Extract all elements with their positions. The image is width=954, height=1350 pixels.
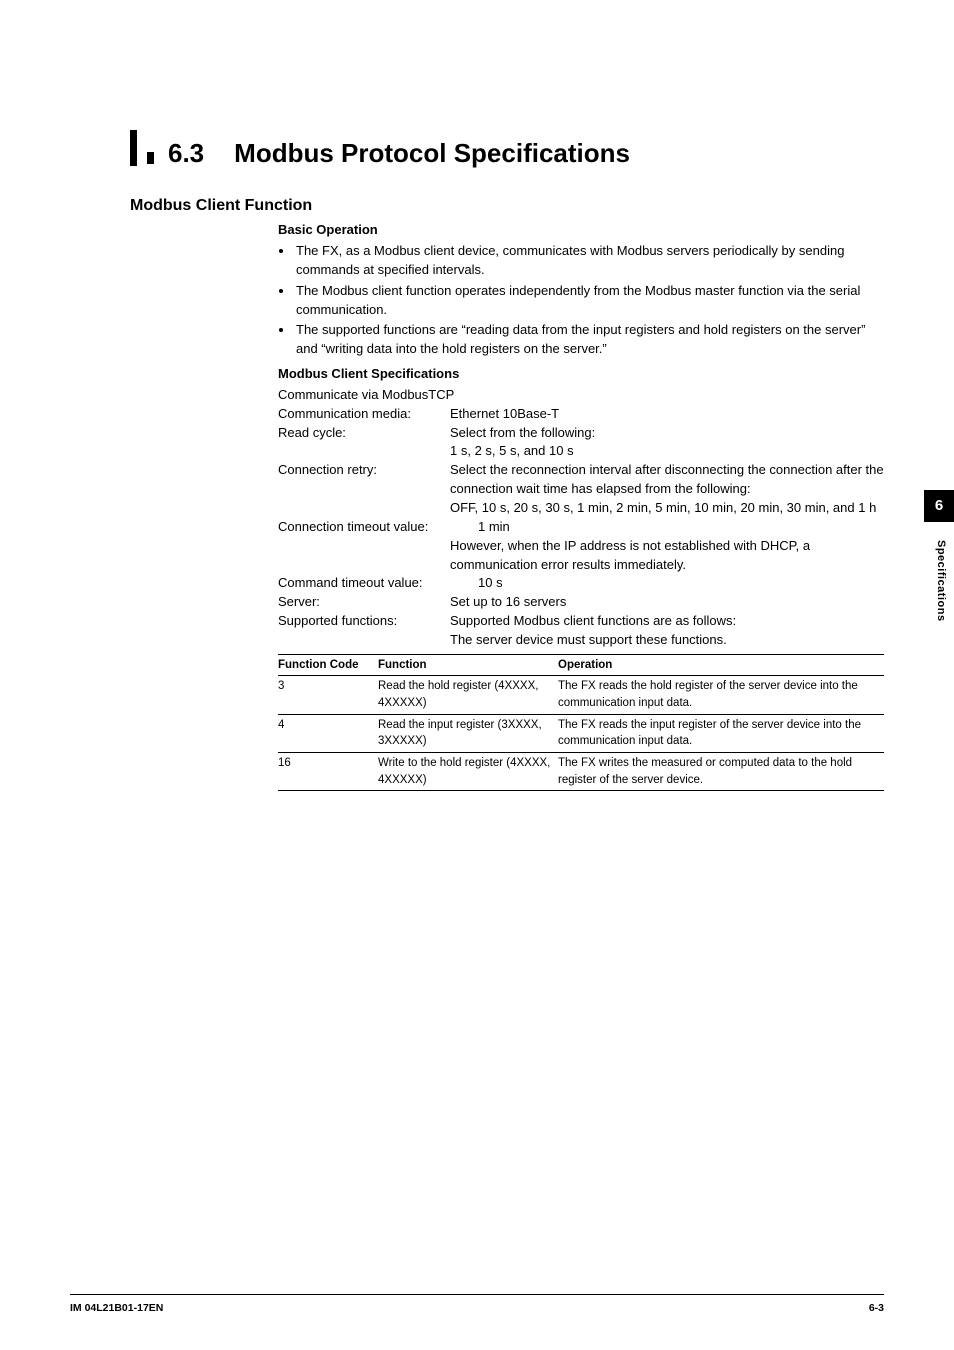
table-header: Function — [378, 654, 558, 676]
spec-row-readcycle: Read cycle: Select from the following: 1… — [278, 424, 884, 462]
table-row: 4 Read the input register (3XXXX, 3XXXXX… — [278, 714, 884, 752]
table-cell: Read the input register (3XXXX, 3XXXXX) — [378, 714, 558, 752]
table-cell: The FX writes the measured or computed d… — [558, 753, 884, 791]
spec-row-conn-timeout-note: However, when the IP address is not esta… — [278, 537, 884, 575]
spec-value: Select from the following: — [450, 424, 884, 443]
chapter-number: 6 — [935, 495, 943, 517]
table-row: 3 Read the hold register (4XXXX, 4XXXXX)… — [278, 676, 884, 714]
page-footer: IM 04L21B01-17EN 6-3 — [70, 1294, 884, 1316]
chapter-label: Specifications — [932, 540, 948, 622]
list-item: The supported functions are “reading dat… — [294, 321, 884, 359]
table-cell: The FX reads the input register of the s… — [558, 714, 884, 752]
footer-right: 6-3 — [869, 1301, 884, 1316]
spec-value: OFF, 10 s, 20 s, 30 s, 1 min, 2 min, 5 m… — [450, 499, 884, 518]
spec-label: Read cycle: — [278, 424, 450, 462]
spec-value: Supported Modbus client functions are as… — [450, 612, 884, 631]
list-item: The FX, as a Modbus client device, commu… — [294, 242, 884, 280]
spec-value: 1 min — [478, 518, 884, 537]
client-spec-heading: Modbus Client Specifications — [278, 365, 884, 384]
heading-marker-short — [147, 152, 154, 164]
spec-row-media: Communication media: Ethernet 10Base-T — [278, 405, 884, 424]
table-cell: 16 — [278, 753, 378, 791]
table-cell: Write to the hold register (4XXXX, 4XXXX… — [378, 753, 558, 791]
table-cell: The FX reads the hold register of the se… — [558, 676, 884, 714]
basic-operation-list: The FX, as a Modbus client device, commu… — [278, 242, 884, 359]
spec-value: 1 s, 2 s, 5 s, and 10 s — [450, 442, 884, 461]
spec-label: Supported functions: — [278, 612, 450, 650]
spec-value: 10 s — [478, 574, 884, 593]
section-number: 6.3 — [168, 140, 204, 166]
table-header: Operation — [558, 654, 884, 676]
spec-label: Command timeout value: — [278, 574, 478, 593]
spec-row-server: Server: Set up to 16 servers — [278, 593, 884, 612]
footer-left: IM 04L21B01-17EN — [70, 1301, 163, 1316]
spec-row-conn-timeout: Connection timeout value: 1 min — [278, 518, 884, 537]
spec-label — [278, 537, 450, 575]
chapter-tab: 6 — [924, 490, 954, 522]
section-title: Modbus Protocol Specifications — [234, 140, 630, 166]
spec-label: Connection timeout value: — [278, 518, 478, 537]
spec-intro: Communicate via ModbusTCP — [278, 386, 884, 405]
spec-value: The server device must support these fun… — [450, 631, 884, 650]
spec-row-retry: Connection retry: Select the reconnectio… — [278, 461, 884, 518]
spec-value: However, when the IP address is not esta… — [450, 537, 884, 575]
spec-row-supported-functions: Supported functions: Supported Modbus cl… — [278, 612, 884, 650]
spec-value: Ethernet 10Base-T — [450, 405, 884, 424]
spec-value: Select the reconnection interval after d… — [450, 461, 884, 499]
spec-label: Connection retry: — [278, 461, 450, 518]
table-cell: Read the hold register (4XXXX, 4XXXXX) — [378, 676, 558, 714]
table-cell: 3 — [278, 676, 378, 714]
heading-marker-tall — [130, 130, 137, 166]
table-row: 16 Write to the hold register (4XXXX, 4X… — [278, 753, 884, 791]
basic-operation-heading: Basic Operation — [278, 221, 884, 240]
section-heading: 6.3 Modbus Protocol Specifications — [130, 130, 884, 166]
list-item: The Modbus client function operates inde… — [294, 282, 884, 320]
table-cell: 4 — [278, 714, 378, 752]
table-header: Function Code — [278, 654, 378, 676]
subsection-heading: Modbus Client Function — [130, 194, 884, 217]
spec-value: Set up to 16 servers — [450, 593, 884, 612]
function-code-table: Function Code Function Operation 3 Read … — [278, 654, 884, 792]
spec-label: Communication media: — [278, 405, 450, 424]
spec-row-cmd-timeout: Command timeout value: 10 s — [278, 574, 884, 593]
spec-label: Server: — [278, 593, 450, 612]
